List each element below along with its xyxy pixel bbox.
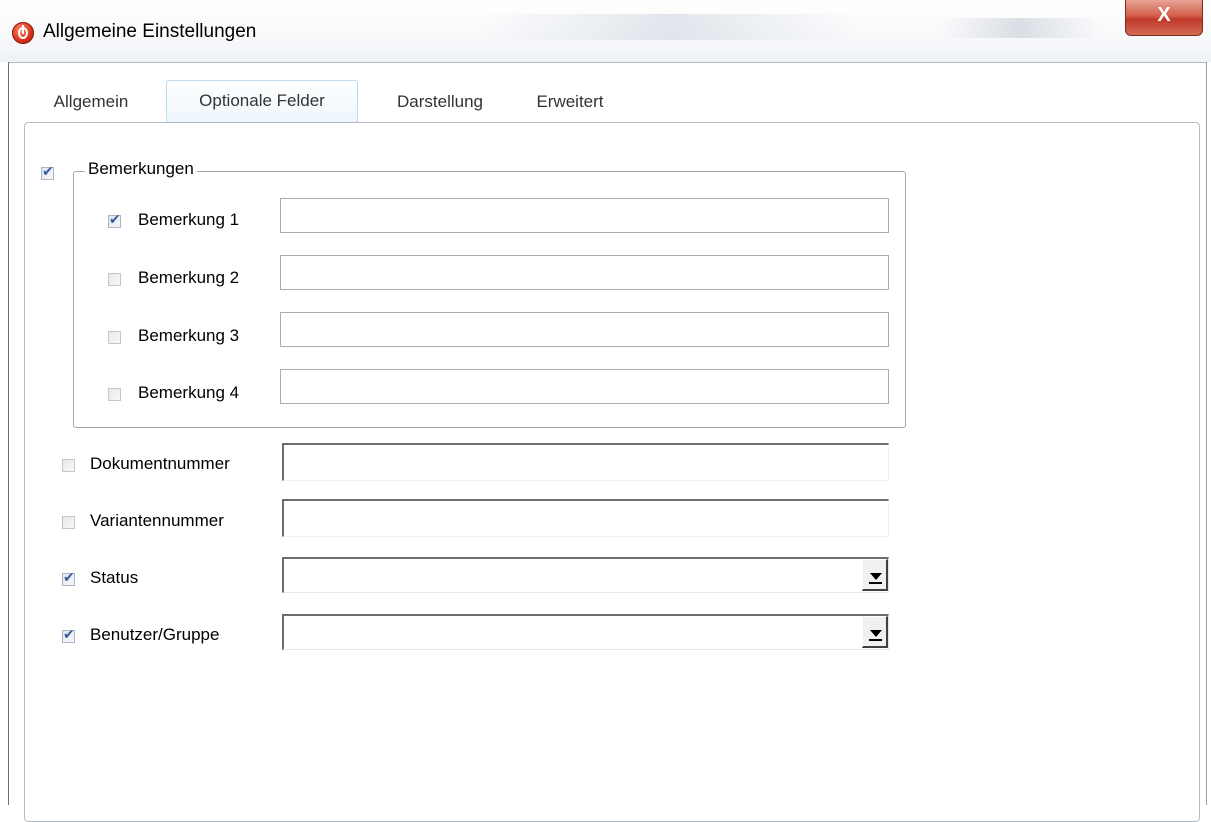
close-button[interactable]: X [1125, 0, 1203, 36]
chevron-down-icon[interactable] [862, 559, 888, 591]
dokumentnummer-label: Dokumentnummer [90, 454, 230, 473]
window-frame-top [8, 62, 1207, 63]
variantennummer-field[interactable] [282, 499, 889, 537]
status-dropdown[interactable] [282, 557, 889, 593]
bemerkungen-group-checkbox[interactable] [41, 164, 54, 180]
tab-label: Allgemein [53, 92, 129, 111]
bemerkung-4-label: Bemerkung 4 [138, 383, 240, 402]
bemerkung-2-field[interactable] [280, 255, 889, 290]
tab-optionale-felder[interactable]: Optionale Felder [166, 80, 358, 122]
bemerkung-3-label: Bemerkung 3 [138, 326, 240, 345]
dokumentnummer-checkbox[interactable] [62, 459, 75, 472]
bemerkung-1-label: Bemerkung 1 [138, 210, 240, 229]
title-bar: Allgemeine Einstellungen X [0, 0, 1211, 62]
benutzer-gruppe-label: Benutzer/Gruppe [90, 625, 220, 644]
dokumentnummer-field[interactable] [282, 443, 889, 481]
bemerkung-2-label: Bemerkung 2 [138, 268, 240, 287]
background-window-blur [940, 18, 1100, 38]
tab-erweitert[interactable]: Erweitert [516, 82, 624, 122]
tab-darstellung[interactable]: Darstellung [372, 82, 508, 122]
tab-label: Erweitert [536, 92, 604, 111]
bemerkung-4-checkbox[interactable] [108, 388, 121, 401]
bemerkung-1-field[interactable] [280, 198, 889, 233]
benutzer-gruppe-dropdown[interactable] [282, 614, 889, 650]
chevron-down-icon[interactable] [862, 616, 888, 648]
variantennummer-checkbox[interactable] [62, 516, 75, 529]
benutzer-gruppe-checkbox[interactable] [62, 627, 75, 643]
window-frame-left [8, 62, 9, 805]
background-window-blur [480, 14, 860, 40]
window-frame-right [1206, 62, 1207, 805]
bemerkung-4-field[interactable] [280, 369, 889, 404]
bemerkung-3-field[interactable] [280, 312, 889, 347]
tab-label: Darstellung [397, 92, 483, 111]
variantennummer-label: Variantennummer [90, 511, 224, 530]
window-title: Allgemeine Einstellungen [43, 21, 257, 42]
bemerkungen-group-label: Bemerkungen [85, 159, 197, 179]
bemerkung-3-checkbox[interactable] [108, 331, 121, 344]
app-logo-icon [12, 22, 34, 44]
status-checkbox[interactable] [62, 570, 75, 586]
tab-allgemein[interactable]: Allgemein [32, 82, 150, 122]
status-label: Status [90, 568, 139, 587]
bemerkung-1-checkbox[interactable] [108, 212, 121, 228]
bemerkung-2-checkbox[interactable] [108, 273, 121, 286]
tab-label: Optionale Felder [199, 91, 325, 110]
